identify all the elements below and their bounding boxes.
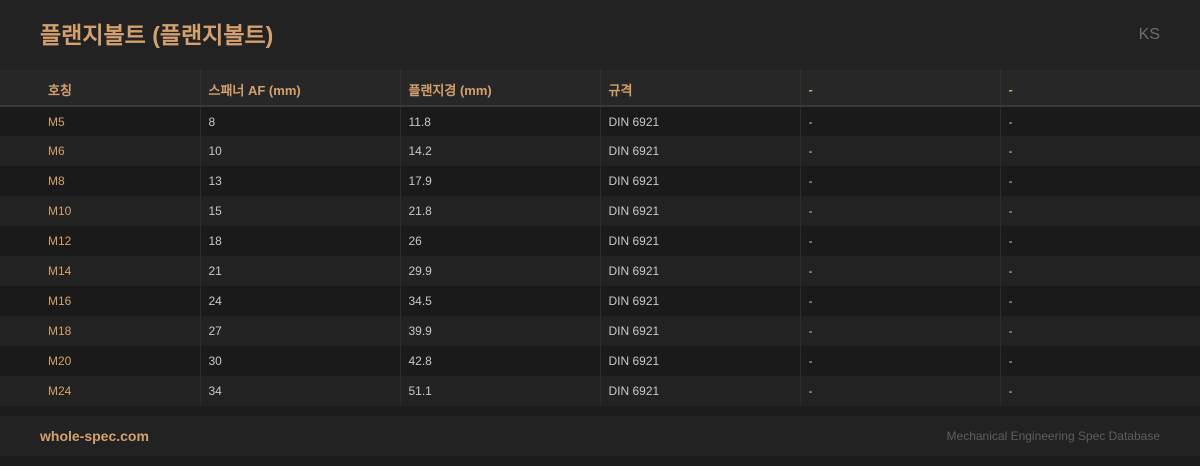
size-cell: M10 — [0, 196, 201, 226]
table-cell: 17.9 — [400, 166, 601, 196]
footer-tagline: Mechanical Engineering Spec Database — [946, 429, 1160, 443]
table-cell: DIN 6921 — [600, 196, 801, 226]
table-cell: - — [1008, 324, 1013, 338]
table-cell: - — [1008, 234, 1013, 248]
table-row: M10 15 21.8 DIN 6921- - — [0, 196, 1200, 226]
table-cell: - — [800, 286, 1001, 316]
table-row: M5 8 11.8 DIN 6921- - — [0, 106, 1200, 136]
size-cell: M14 — [0, 256, 201, 286]
table-row: M14 21 29.9 DIN 6921- - — [0, 256, 1200, 286]
column-header: 스패너 AF (mm) — [200, 70, 401, 107]
table-cell: - — [800, 106, 1001, 136]
page-title: 플랜지볼트 (플랜지볼트) — [40, 22, 274, 48]
size-cell: M8 — [0, 166, 201, 196]
table-header: 호칭 스패너 AF (mm) 플랜지경 (mm) 규격 - - — [0, 70, 1200, 107]
size-cell: M24 — [0, 376, 201, 406]
table-cell: 13 — [200, 166, 401, 196]
table-row: M24 34 51.1 DIN 6921- - — [0, 376, 1200, 406]
size-cell: M20 — [0, 346, 201, 376]
table-row: M18 27 39.9 DIN 6921- - — [0, 316, 1200, 346]
table-cell: DIN 6921 — [600, 166, 801, 196]
table-cell: 21 — [200, 256, 401, 286]
table-row: M6 10 14.2 DIN 6921- - — [0, 136, 1200, 166]
size-cell: M18 — [0, 316, 201, 346]
table-cell: - — [1008, 264, 1013, 278]
table-cell: DIN 6921 — [600, 346, 801, 376]
table-cell: DIN 6921 — [600, 136, 801, 166]
table-cell: 24 — [200, 286, 401, 316]
table-cell: 51.1 — [400, 376, 601, 406]
table-row: M20 30 42.8 DIN 6921- - — [0, 346, 1200, 376]
table-cell: DIN 6921 — [600, 106, 801, 136]
table-cell: DIN 6921 — [600, 256, 801, 286]
table-cell: DIN 6921 — [600, 226, 801, 256]
table-cell: - — [800, 226, 1001, 256]
table-cell: - — [800, 166, 1001, 196]
table-cell: - — [1008, 354, 1013, 368]
table-cell: DIN 6921 — [600, 376, 801, 406]
column-header: - — [800, 70, 1001, 107]
table-cell: - — [800, 196, 1001, 226]
table-cell: - — [1008, 144, 1013, 158]
table-cell: 39.9 — [400, 316, 601, 346]
size-cell: M5 — [0, 106, 201, 136]
table-cell: 34.5 — [400, 286, 601, 316]
table-cell: 26 — [400, 226, 601, 256]
table-cell: DIN 6921 — [600, 316, 801, 346]
page-footer: whole-spec.com Mechanical Engineering Sp… — [0, 416, 1200, 456]
table-cell: 18 — [200, 226, 401, 256]
column-header: 호칭 — [0, 70, 201, 107]
size-cell: M12 — [0, 226, 201, 256]
table-cell: 27 — [200, 316, 401, 346]
brand-link[interactable]: whole-spec.com — [40, 428, 149, 444]
table-cell: - — [1008, 384, 1013, 398]
column-header: 규격 — [600, 70, 801, 107]
table-header-row: 호칭 스패너 AF (mm) 플랜지경 (mm) 규격 - - — [0, 70, 1200, 107]
column-header: - — [1000, 70, 1200, 107]
table-cell: 21.8 — [400, 196, 601, 226]
table-cell: - — [800, 136, 1001, 166]
table-cell: - — [800, 256, 1001, 286]
table-cell: DIN 6921 — [600, 286, 801, 316]
table-cell: - — [800, 376, 1001, 406]
table-row: M8 13 17.9 DIN 6921- - — [0, 166, 1200, 196]
table-cell: 30 — [200, 346, 401, 376]
table-cell: - — [1008, 114, 1013, 129]
spec-page: 플랜지볼트 (플랜지볼트) KS 호칭 스패너 AF (mm) 플랜지경 (mm) 규… — [0, 0, 1200, 466]
table-cell: - — [800, 316, 1001, 346]
spec-table: 호칭 스패너 AF (mm) 플랜지경 (mm) 규격 - - M5 8 11.8 DIN 69… — [0, 70, 1200, 406]
table-cell: 10 — [200, 136, 401, 166]
table-cell: 11.8 — [400, 106, 601, 136]
page-header: 플랜지볼트 (플랜지볼트) KS — [0, 0, 1200, 70]
table-cell: - — [1008, 174, 1013, 188]
table-cell: - — [1008, 294, 1013, 308]
table-cell: 14.2 — [400, 136, 601, 166]
table-cell: 29.9 — [400, 256, 601, 286]
table-cell: 42.8 — [400, 346, 601, 376]
size-cell: M16 — [0, 286, 201, 316]
table-row: M16 24 34.5 DIN 6921- - — [0, 286, 1200, 316]
table-row: M12 18 26 DIN 6921- - — [0, 226, 1200, 256]
table-body: M5 8 11.8 DIN 6921- - M6 10 14.2 DIN 6921- - M8 13 1… — [0, 106, 1200, 406]
standard-badge: KS — [1138, 26, 1160, 43]
table-cell: 15 — [200, 196, 401, 226]
table-cell: 34 — [200, 376, 401, 406]
table-cell: - — [800, 346, 1001, 376]
table-cell: - — [1008, 204, 1013, 218]
table-cell: 8 — [200, 106, 401, 136]
column-header: 플랜지경 (mm) — [400, 70, 601, 107]
size-cell: M6 — [0, 136, 201, 166]
